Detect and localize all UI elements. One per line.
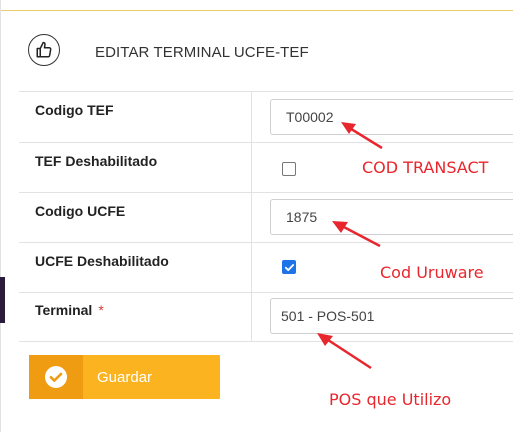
annotation-arrows	[317, 122, 383, 370]
annotation-pos-que-utilizo: POS que Utilizo	[329, 390, 452, 409]
arrow-pos-que-utilizo	[324, 336, 372, 370]
annotation-cod-uruware: Cod Uruware	[380, 263, 484, 282]
arrow-cod-uruware	[339, 223, 381, 248]
arrow-cod-transact	[347, 125, 383, 150]
annotation-cod-transact: COD TRANSACT	[362, 158, 489, 177]
